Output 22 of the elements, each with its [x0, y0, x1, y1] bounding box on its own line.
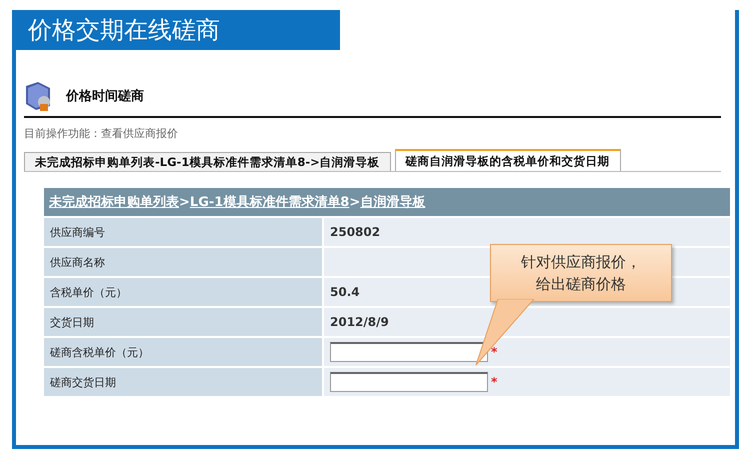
tab[interactable]: 未完成招标申购单列表-LG-1模具标准件需求清单8->自润滑导板	[24, 152, 391, 171]
required-mark: *	[491, 375, 498, 389]
field-label: 供应商编号	[44, 218, 322, 246]
field-label: 供应商名称	[44, 248, 322, 276]
operation-label: 目前操作功能：查看供应商报价	[24, 126, 179, 141]
field-label: 磋商交货日期	[44, 368, 322, 396]
field-label: 交货日期	[44, 308, 322, 336]
required-mark: *	[491, 345, 498, 359]
field-value: 2012/8/9	[324, 308, 730, 336]
field-value: 250802	[324, 218, 730, 246]
breadcrumb-link[interactable]: 自润滑导板	[360, 193, 426, 211]
breadcrumb-link[interactable]: LG-1模具标准件需求清单8	[190, 193, 350, 211]
field-label: 含税单价（元）	[44, 278, 322, 306]
input-field[interactable]	[330, 342, 488, 362]
tab[interactable]: 磋商自润滑导板的含税单价和交货日期	[394, 149, 621, 171]
callout-text: 针对供应商报价，	[521, 252, 641, 273]
breadcrumb-separator: >	[349, 194, 360, 210]
field-label: 磋商含税单价（元）	[44, 338, 322, 366]
breadcrumb-separator: >	[179, 194, 190, 210]
breadcrumb-link[interactable]: 未完成招标申购单列表	[49, 193, 179, 211]
page-title: 价格时间磋商	[66, 88, 144, 105]
input-field[interactable]	[330, 372, 488, 392]
